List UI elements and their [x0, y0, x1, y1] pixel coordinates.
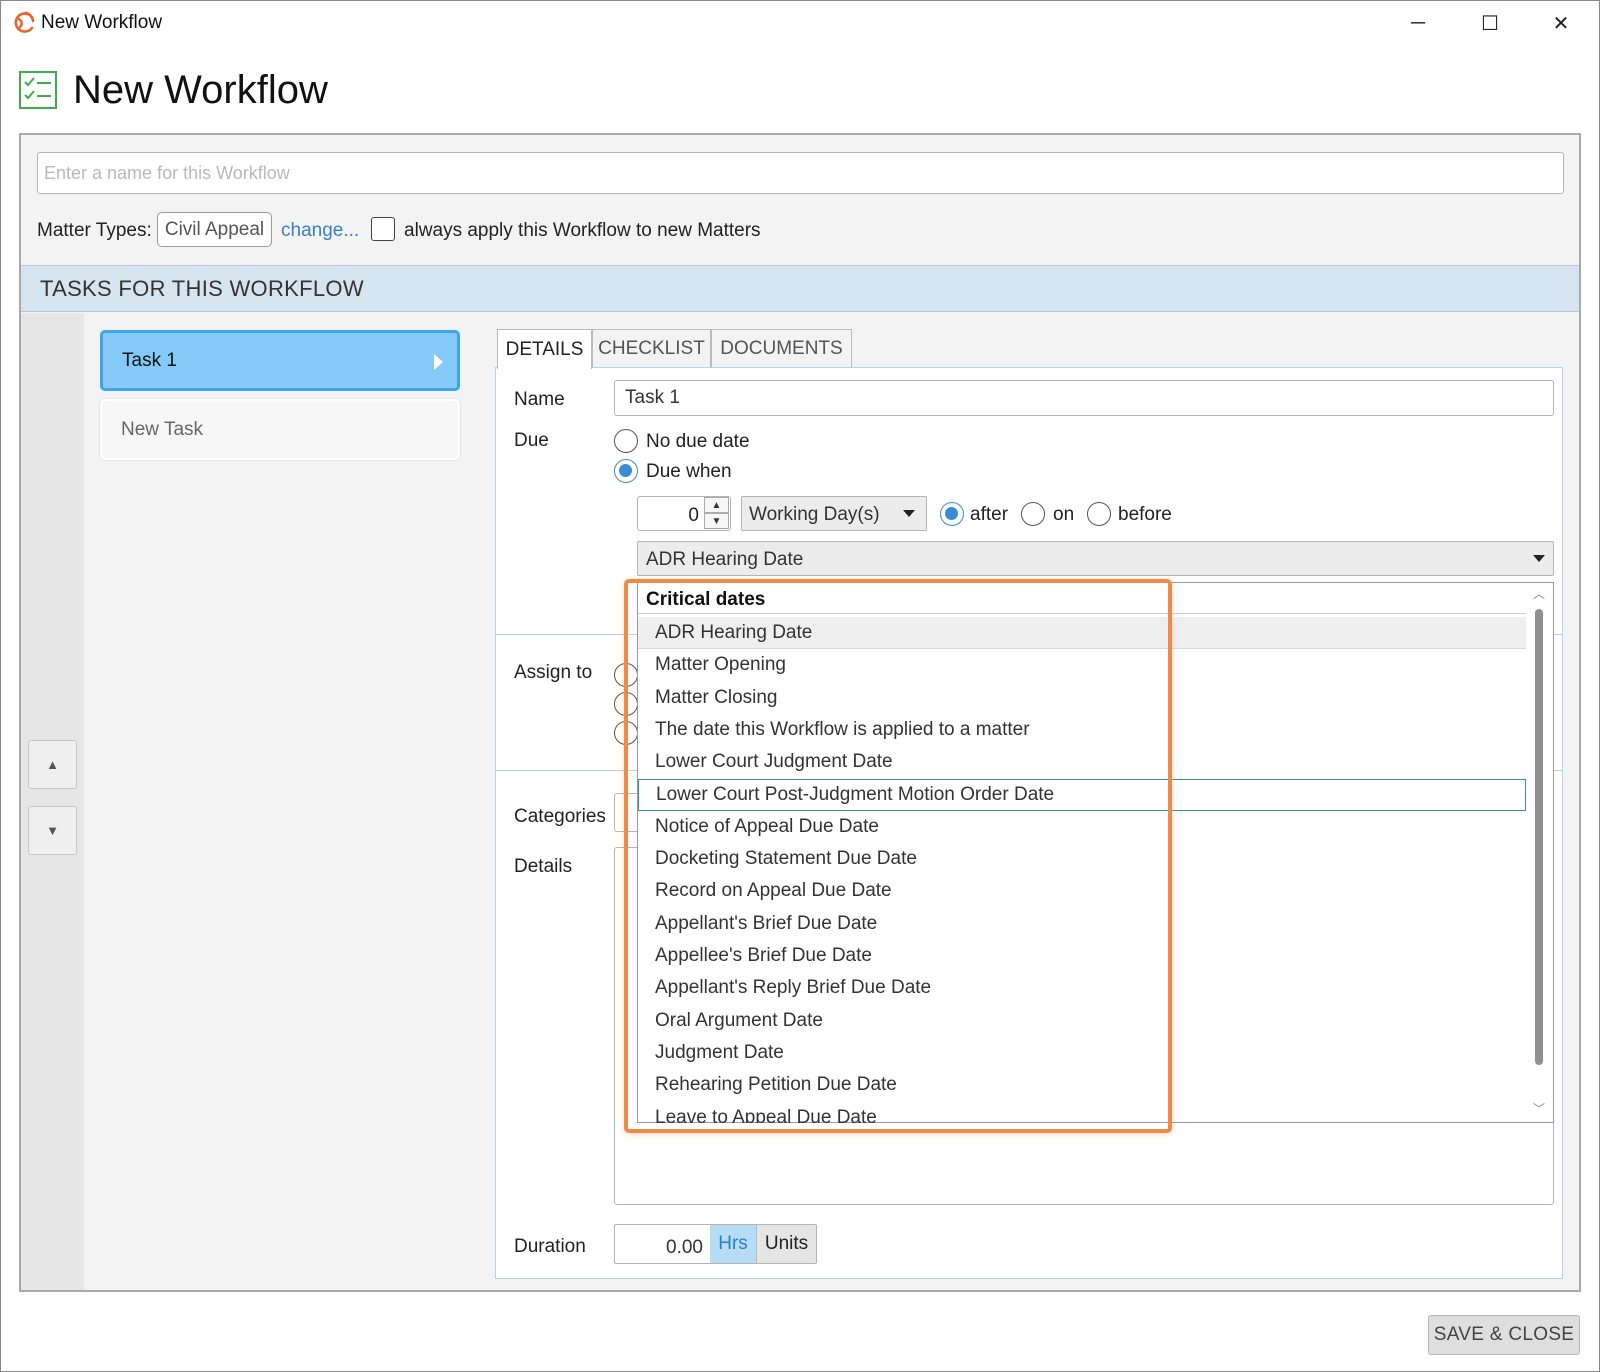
minimize-icon: ─	[1410, 11, 1426, 34]
annotation-highlight	[624, 579, 1172, 1133]
no-due-date-radio[interactable]	[614, 429, 638, 453]
after-label: after	[970, 504, 1009, 525]
chevron-down-icon	[903, 510, 915, 517]
checklist-icon	[19, 71, 57, 109]
matter-type-chip: Civil Appeal	[157, 212, 272, 247]
chevron-down-icon	[1533, 555, 1545, 562]
task-item-new-task[interactable]: New Task	[100, 399, 460, 460]
anchor-date-value: ADR Hearing Date	[646, 549, 804, 570]
before-label: before	[1118, 504, 1172, 525]
tab-documents[interactable]: DOCUMENTS	[711, 329, 852, 367]
workflow-name-input[interactable]	[37, 152, 1564, 194]
duration-value: 0.00	[666, 1237, 703, 1258]
close-icon: ✕	[1552, 12, 1570, 35]
change-matter-types-link[interactable]: change...	[281, 220, 359, 242]
page-title: New Workflow	[73, 68, 328, 112]
task-label: New Task	[121, 418, 204, 440]
window-title: New Workflow	[41, 12, 163, 33]
offset-value: 0	[688, 505, 699, 526]
duration-hrs-toggle[interactable]: Hrs	[710, 1225, 756, 1263]
duration-label: Duration	[514, 1236, 586, 1257]
task-label: Task 1	[122, 349, 177, 371]
task-item-task-1[interactable]: Task 1	[100, 330, 460, 391]
due-label: Due	[514, 430, 549, 451]
day-unit-value: Working Day(s)	[749, 504, 880, 525]
app-logo-icon	[14, 11, 35, 33]
minimize-button[interactable]: ─	[1388, 6, 1448, 40]
scroll-down-icon[interactable]: ﹀	[1530, 1100, 1548, 1116]
on-radio[interactable]	[1021, 502, 1045, 526]
close-button[interactable]: ✕	[1531, 6, 1591, 40]
after-radio[interactable]	[940, 502, 964, 526]
dropdown-scroll-thumb[interactable]	[1535, 609, 1543, 1065]
matter-types-label: Matter Types:	[37, 220, 152, 241]
task-name-label: Name	[514, 389, 565, 410]
stepper-up-icon[interactable]: ▲	[704, 497, 729, 513]
tab-details[interactable]: DETAILS	[497, 329, 592, 369]
due-when-label: Due when	[646, 461, 732, 482]
stepper-down-icon[interactable]: ▼	[704, 513, 729, 529]
before-radio[interactable]	[1087, 502, 1111, 526]
always-apply-checkbox[interactable]	[371, 217, 395, 241]
scroll-up-icon[interactable]: ︿	[1530, 585, 1548, 601]
maximize-icon: ☐	[1481, 12, 1499, 35]
always-apply-label: always apply this Workflow to new Matter…	[404, 220, 761, 241]
maximize-button[interactable]: ☐	[1460, 6, 1520, 40]
duration-units-toggle[interactable]: Units	[756, 1225, 816, 1263]
on-label: on	[1053, 504, 1075, 525]
chevron-right-icon	[434, 354, 443, 370]
no-due-date-label: No due date	[646, 431, 750, 452]
task-name-field[interactable]: Task 1	[614, 380, 1554, 416]
save-close-button[interactable]: SAVE & CLOSE	[1428, 1315, 1580, 1355]
title-bar	[1, 1, 1599, 47]
due-when-radio[interactable]	[614, 459, 638, 483]
tab-checklist[interactable]: CHECKLIST	[592, 329, 711, 367]
tasks-section-title: TASKS FOR THIS WORKFLOW	[40, 276, 364, 301]
